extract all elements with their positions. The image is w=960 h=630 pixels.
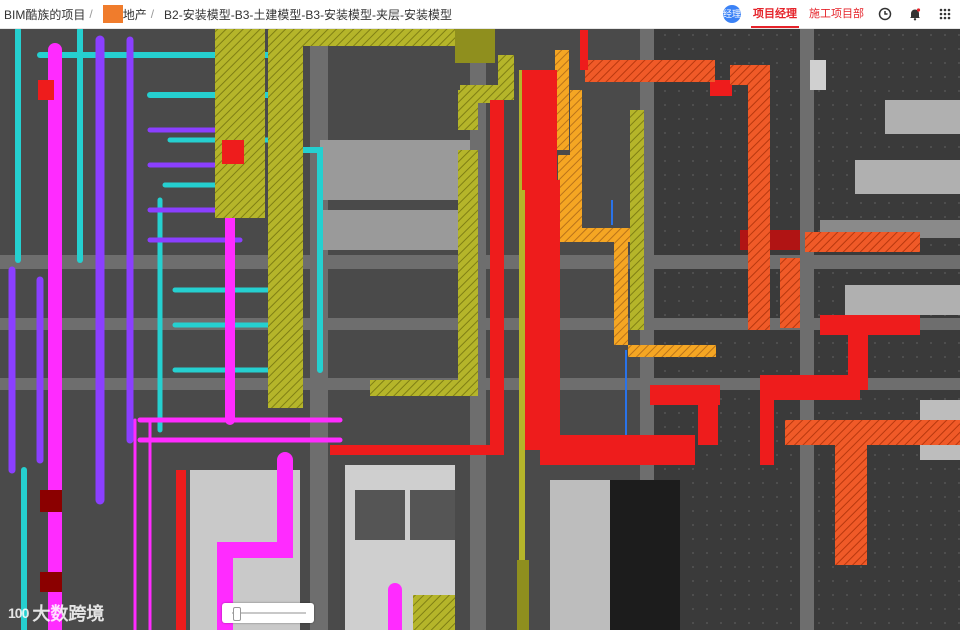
- bim-3d-viewport[interactable]: [0, 28, 960, 630]
- top-bar: BIM酷族的项目 / 地产 / B2-安装模型-B3-土建模型-B3-安装模型-…: [0, 0, 960, 29]
- watermark-text: 大数跨境: [32, 604, 105, 624]
- watermark-logo: 100: [8, 605, 29, 621]
- role-tab-project-manager[interactable]: 项目经理: [747, 0, 803, 28]
- avatar[interactable]: 经理: [723, 5, 741, 23]
- redacted-block: [102, 5, 123, 23]
- bell-icon[interactable]: [900, 0, 930, 28]
- slider-thumb[interactable]: [233, 607, 242, 621]
- breadcrumb-separator: /: [89, 7, 93, 21]
- grid-icon[interactable]: [930, 0, 960, 28]
- slider-track[interactable]: [232, 612, 306, 614]
- section-slider[interactable]: [222, 603, 314, 623]
- header-actions: 经理 项目经理 施工项目部: [723, 0, 960, 28]
- role-tab-construction-dept[interactable]: 施工项目部: [803, 0, 870, 28]
- watermark: 100 大数跨境: [8, 600, 104, 626]
- breadcrumb-separator: /: [150, 7, 155, 21]
- breadcrumb-item-project[interactable]: BIM酷族的项目: [4, 6, 85, 23]
- breadcrumb: BIM酷族的项目 / 地产 / B2-安装模型-B3-土建模型-B3-安装模型-…: [0, 5, 452, 23]
- breadcrumb-item-model: B2-安装模型-B3-土建模型-B3-安装模型-夹层-安装模型: [164, 7, 453, 22]
- clock-icon[interactable]: [870, 0, 900, 28]
- breadcrumb-item-company[interactable]: 地产: [123, 6, 147, 23]
